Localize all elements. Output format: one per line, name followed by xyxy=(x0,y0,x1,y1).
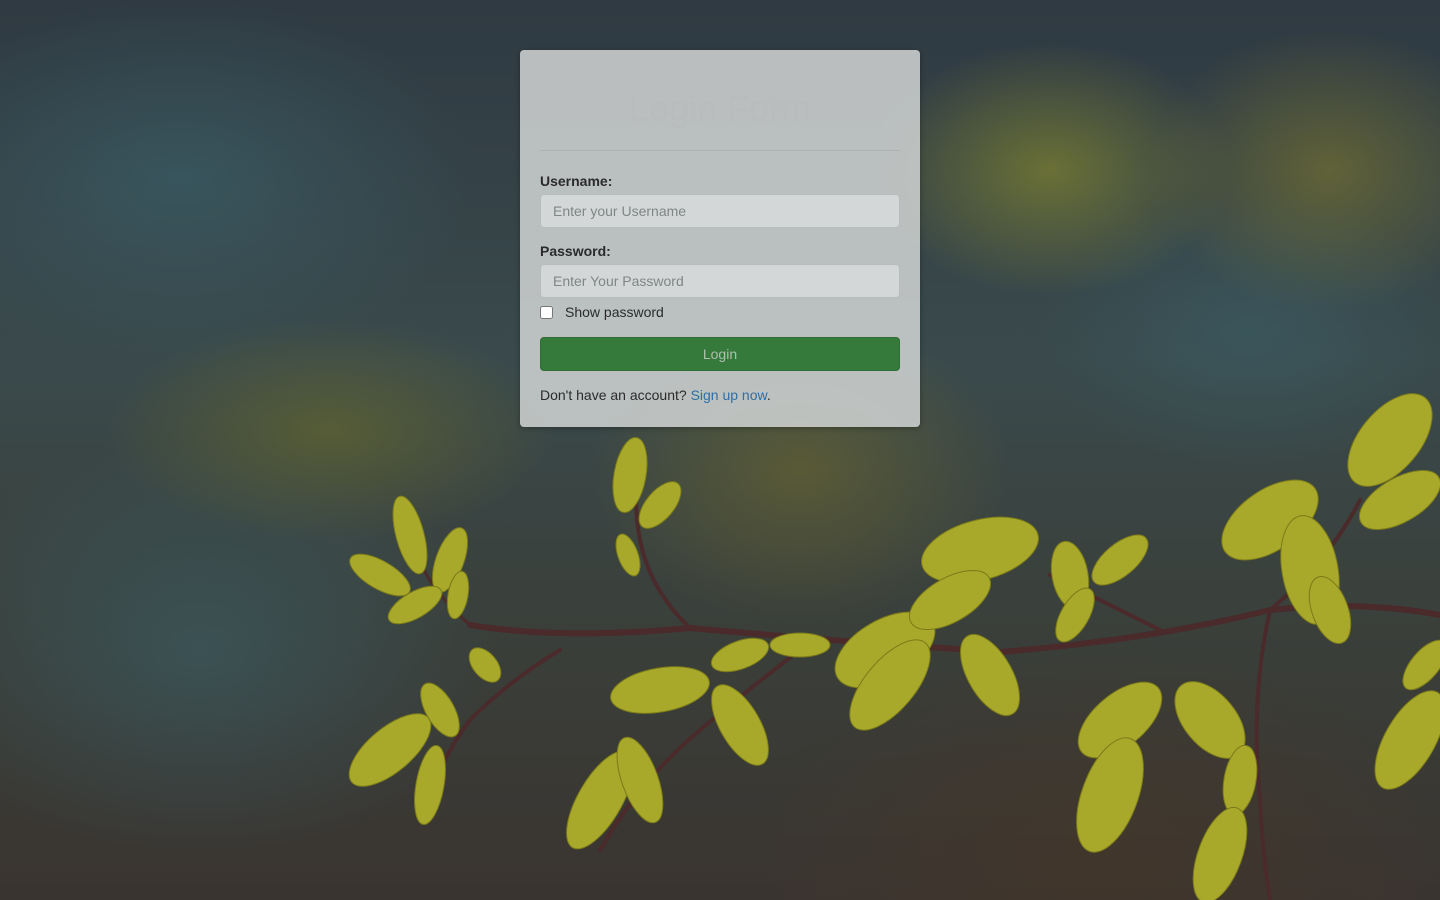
show-password-checkbox[interactable] xyxy=(540,305,553,319)
title-divider xyxy=(540,150,900,151)
login-card: Login Form Username: Password: Show pass… xyxy=(520,50,920,427)
form-title: Login Form xyxy=(628,88,812,129)
show-password-label[interactable]: Show password xyxy=(565,304,664,320)
signup-suffix: . xyxy=(766,387,771,403)
show-password-row: Show password xyxy=(540,302,900,322)
signup-link[interactable]: Sign up now xyxy=(691,387,767,403)
username-label: Username: xyxy=(540,173,613,189)
login-button[interactable]: Login xyxy=(540,337,900,371)
signup-prompt: Don't have an account? Sign up now. xyxy=(540,387,900,403)
signup-prompt-text: Don't have an account? xyxy=(540,387,691,403)
password-label: Password: xyxy=(540,243,611,259)
password-input[interactable] xyxy=(540,264,900,298)
username-input[interactable] xyxy=(540,194,900,228)
